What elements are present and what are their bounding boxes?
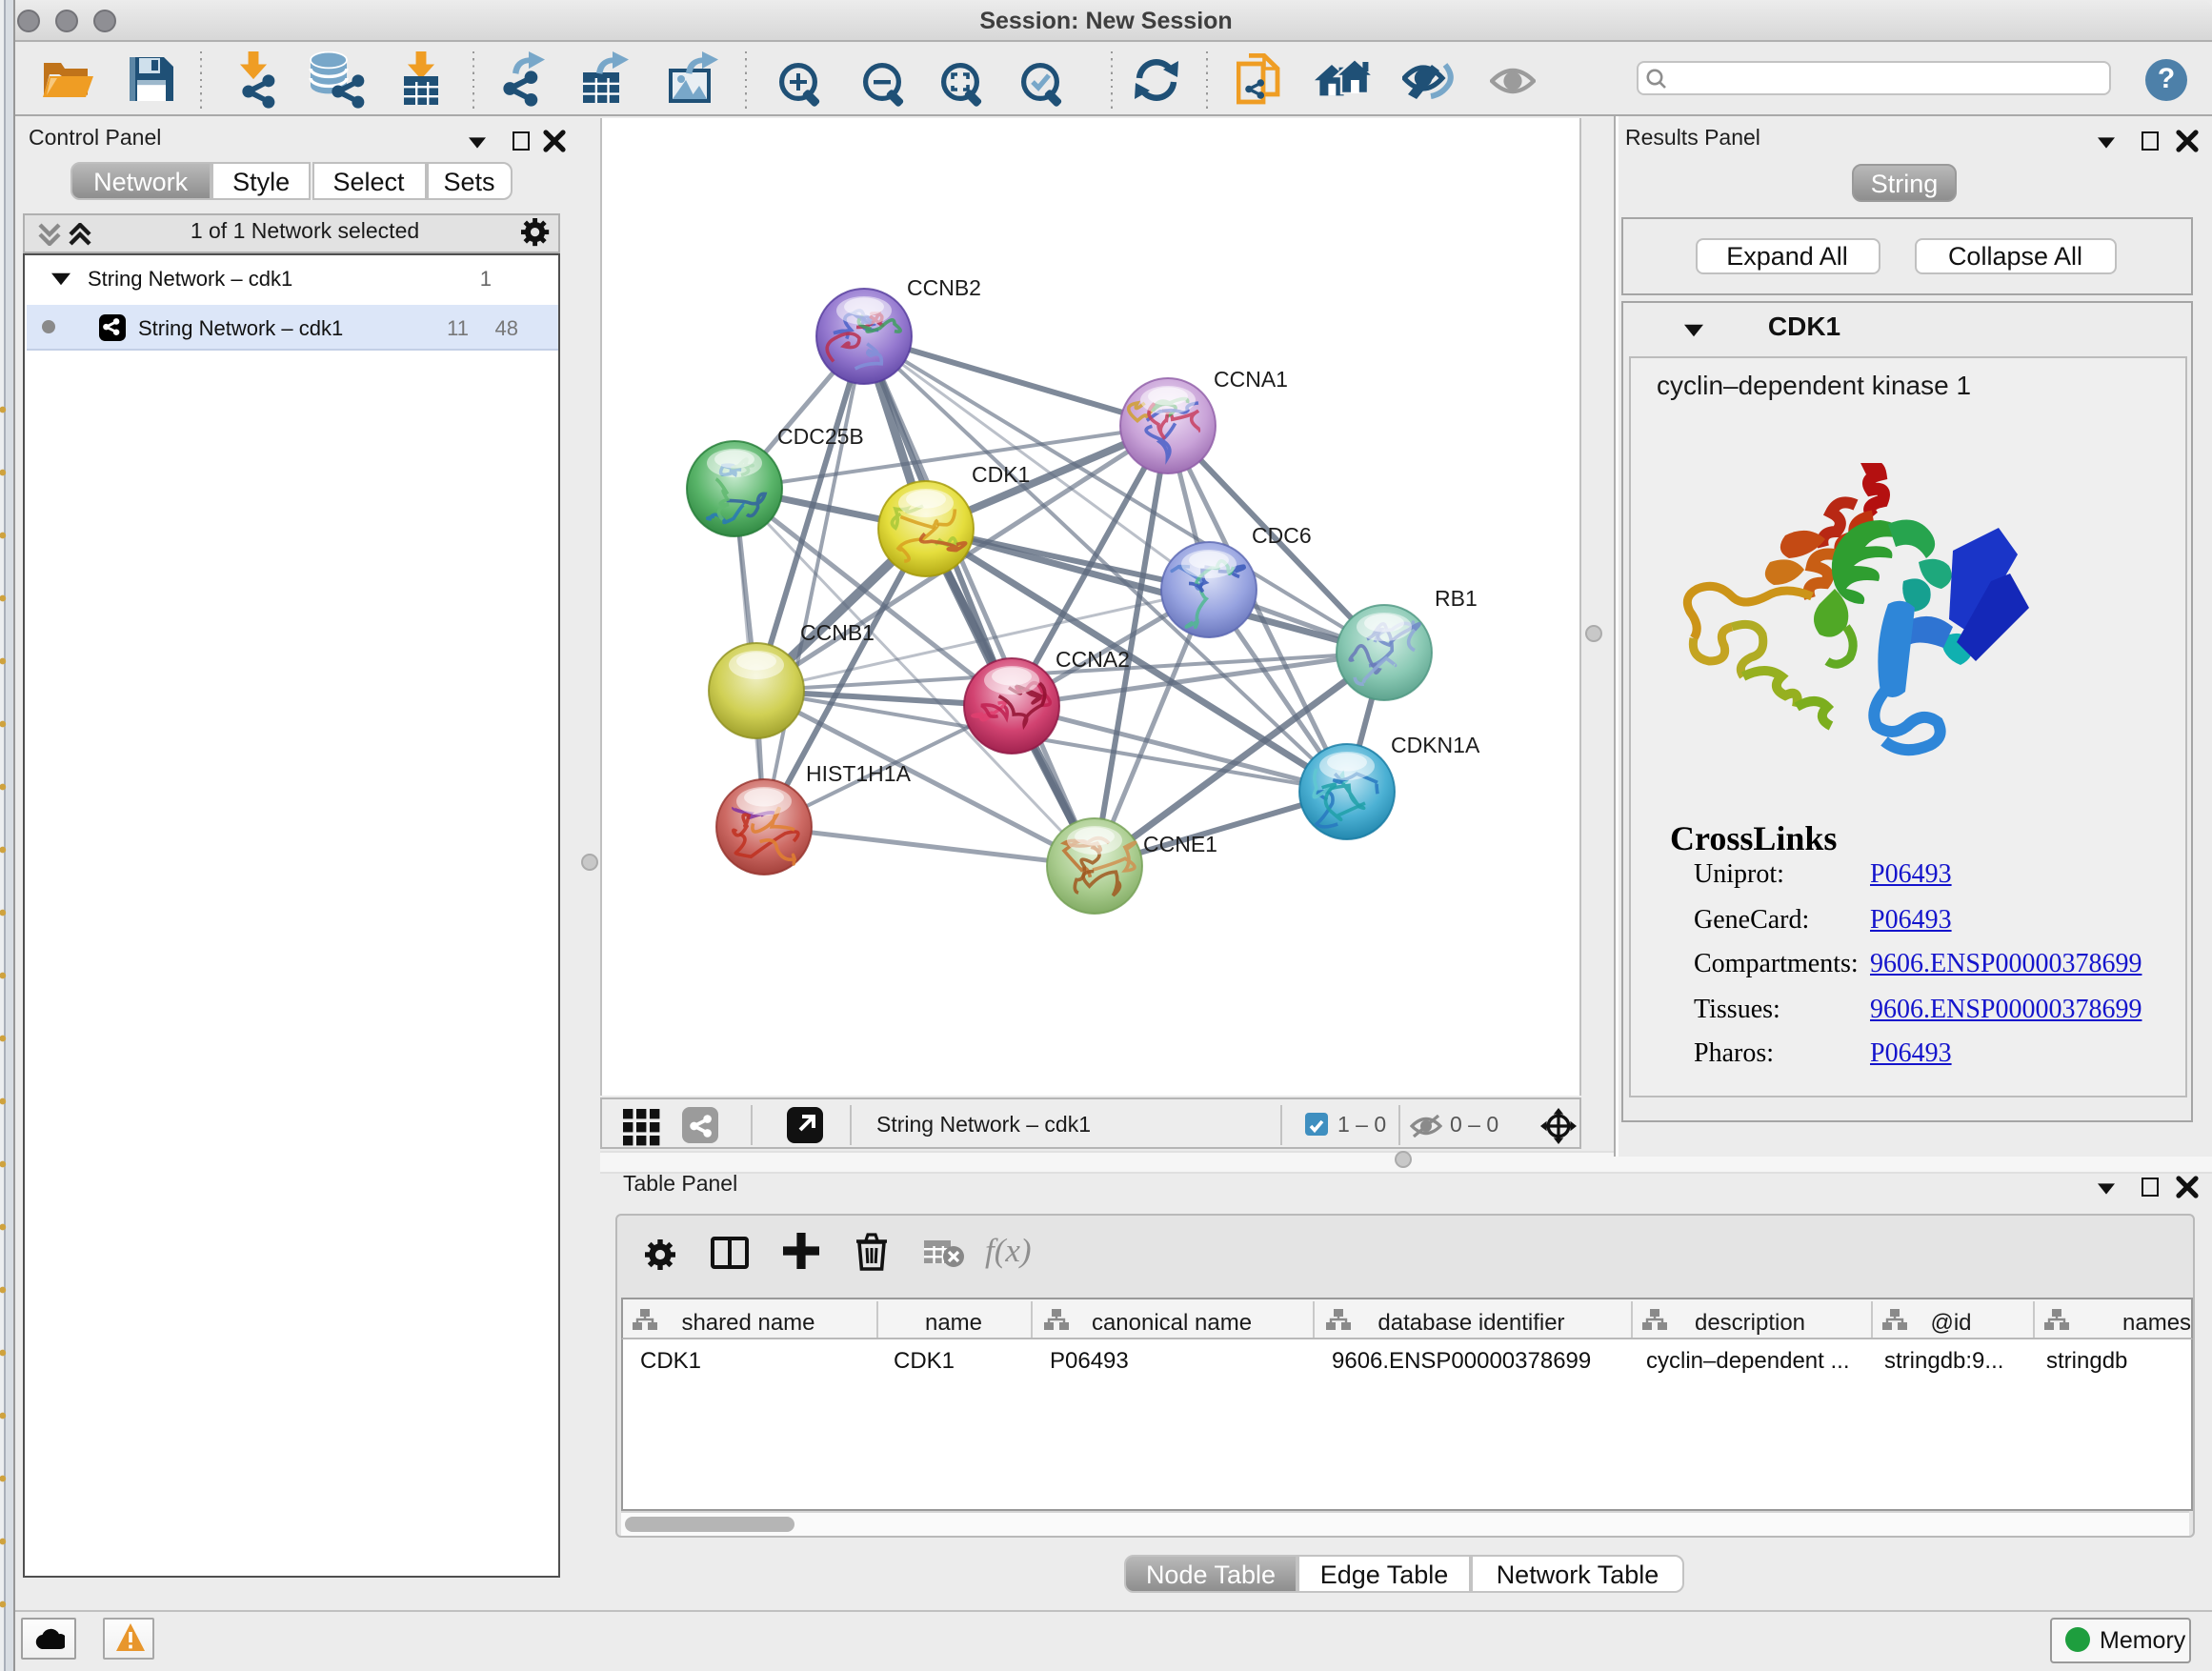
svg-text:CDC6: CDC6 — [1252, 524, 1312, 549]
svg-text:CCNB1: CCNB1 — [800, 621, 875, 646]
svg-text:CDKN1A: CDKN1A — [1391, 734, 1480, 758]
svg-text:RB1: RB1 — [1435, 587, 1478, 612]
svg-text:CDC25B: CDC25B — [777, 425, 864, 450]
svg-text:CCNB2: CCNB2 — [907, 276, 981, 301]
svg-text:CCNA2: CCNA2 — [1056, 648, 1130, 673]
svg-text:CCNA1: CCNA1 — [1214, 368, 1288, 393]
svg-text:CCNE1: CCNE1 — [1143, 833, 1217, 857]
svg-text:HIST1H1A: HIST1H1A — [806, 762, 912, 787]
svg-text:CDK1: CDK1 — [972, 463, 1030, 488]
